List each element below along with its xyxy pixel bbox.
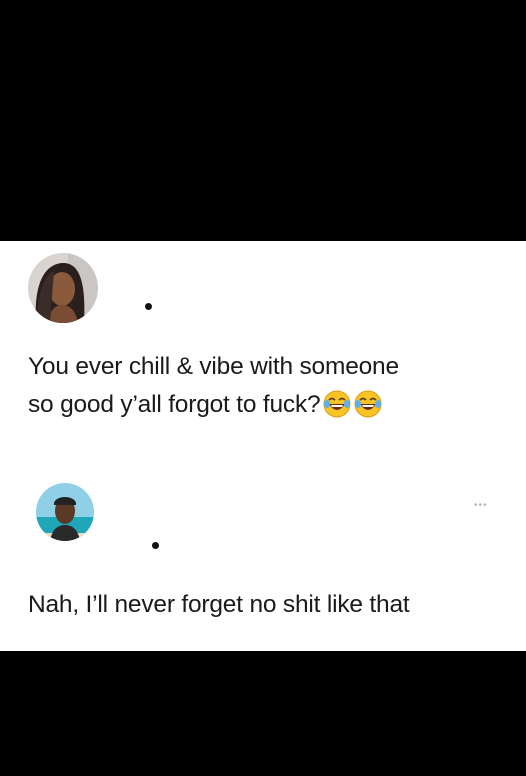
ellipsis-icon[interactable]: ••• — [474, 500, 488, 511]
laughing-emoji-icon — [323, 390, 351, 430]
laughing-emoji-icon — [354, 390, 382, 430]
post-text-line-2-text: so good y’all forgot to fuck? — [28, 391, 321, 418]
separator-dot — [145, 303, 152, 310]
post-text-line-1: You ever chill & vibe with someone — [28, 353, 399, 380]
post-text: You ever chill & vibe with someone so go… — [28, 348, 399, 430]
reply-author-avatar[interactable] — [36, 483, 94, 541]
tweet-card: You ever chill & vibe with someone so go… — [0, 241, 526, 651]
bottom-black-band — [0, 651, 526, 776]
post-author-avatar[interactable] — [28, 253, 98, 323]
separator-dot — [152, 542, 159, 549]
post-text-line-2: so good y’all forgot to fuck? — [28, 386, 399, 430]
top-black-band — [0, 0, 526, 241]
reply-text: Nah, I’ll never forget no shit like that — [28, 591, 410, 618]
